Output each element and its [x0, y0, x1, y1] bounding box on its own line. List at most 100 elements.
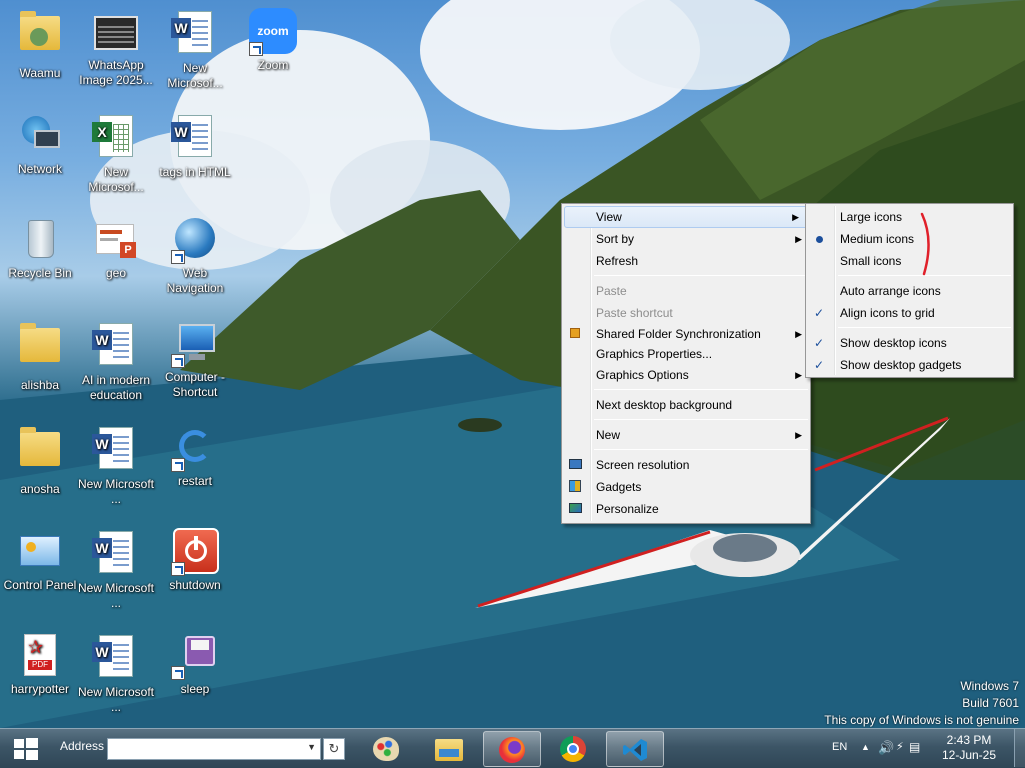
show-hidden-icons-button[interactable]: ▲	[861, 742, 870, 756]
image-file-icon	[92, 8, 140, 56]
address-go-button[interactable]: ↻	[323, 738, 345, 760]
menu-item-personalize[interactable]: Personalize	[562, 498, 810, 520]
menu-item-medium-icons[interactable]: Medium icons	[806, 228, 1013, 250]
menu-item-large-icons[interactable]: Large icons	[806, 206, 1013, 228]
menu-item-auto-arrange-icons[interactable]: Auto arrange icons	[806, 280, 1013, 302]
desktop-icon-anosha[interactable]: anosha	[0, 424, 80, 497]
menu-separator	[594, 419, 808, 420]
menu-item-screen-resolution[interactable]: Screen resolution	[562, 454, 810, 476]
personalize-icon	[568, 502, 582, 516]
desktop-icon-label: Web Navigation	[166, 266, 224, 295]
desktop-context-menu: View ▶ Sort by ▶ Refresh Paste Paste sho…	[561, 203, 811, 524]
menu-item-show-desktop-icons[interactable]: ✓ Show desktop icons	[806, 332, 1013, 354]
desktop-icon-control-panel[interactable]: Control Panel	[0, 528, 80, 593]
menu-item-align-icons-to-grid[interactable]: ✓ Align icons to grid	[806, 302, 1013, 324]
taskbar-app-chrome[interactable]	[546, 731, 600, 767]
desktop-icon-label: harrypotter	[10, 682, 70, 696]
windows-build-label: Build 7601	[962, 696, 1019, 710]
monitor-icon	[568, 458, 582, 472]
menu-item-gadgets[interactable]: Gadgets	[562, 476, 810, 498]
shortcut-arrow-icon	[171, 354, 185, 368]
word-document-icon: W	[171, 115, 219, 163]
gadgets-icon	[568, 480, 582, 494]
address-label: Address	[60, 739, 105, 753]
desktop-icon-whatsapp-image[interactable]: WhatsApp Image 2025...	[76, 8, 156, 88]
desktop-icon-ai-in-modern-education[interactable]: W AI in modern education	[76, 320, 156, 403]
desktop-icon-shutdown[interactable]: shutdown	[155, 528, 235, 593]
power-icon[interactable]: ⚡	[896, 740, 904, 756]
desktop-icon-label: New Microsoft ...	[77, 685, 154, 714]
word-document-icon: W	[92, 635, 140, 683]
menu-item-sort-by[interactable]: Sort by ▶	[562, 228, 810, 250]
menu-item-next-desktop-background[interactable]: Next desktop background	[562, 394, 810, 416]
checkmark-icon: ✓	[813, 358, 825, 372]
taskbar-app-file-explorer[interactable]	[424, 731, 474, 767]
taskbar-app-firefox[interactable]	[483, 731, 541, 767]
desktop-icon-restart[interactable]: restart	[155, 424, 235, 489]
menu-item-view[interactable]: View ▶	[564, 206, 808, 228]
language-indicator[interactable]: EN	[832, 741, 847, 757]
chrome-icon	[560, 736, 586, 762]
desktop-icon-new-excel[interactable]: X New Microsof...	[76, 112, 156, 195]
desktop-icon-new-word-1[interactable]: W New Microsof...	[155, 8, 235, 91]
desktop-icon-web-navigation[interactable]: Web Navigation	[155, 216, 235, 296]
menu-item-paste-shortcut[interactable]: Paste shortcut	[562, 302, 810, 324]
desktop-icon-sleep[interactable]: sleep	[155, 632, 235, 697]
checkmark-icon: ✓	[813, 306, 825, 320]
menu-item-shared-folder-sync[interactable]: Shared Folder Synchronization ▶	[562, 324, 810, 344]
submenu-arrow-icon: ▶	[795, 234, 802, 244]
menu-item-new[interactable]: New ▶	[562, 424, 810, 446]
desktop-icon-label: alishba	[20, 378, 60, 392]
desktop-icon-waamu[interactable]: Waamu	[0, 8, 80, 81]
desktop-icon-tags-in-html[interactable]: W tags in HTML	[155, 112, 235, 180]
desktop-icon-computer-shortcut[interactable]: Computer - Shortcut	[155, 320, 235, 400]
dropdown-arrow-icon[interactable]: ▼	[307, 742, 316, 752]
submenu-arrow-icon: ▶	[795, 329, 802, 339]
desktop-icon-label: Network	[17, 162, 62, 176]
menu-separator	[594, 389, 808, 390]
desktop-icon-harrypotter[interactable]: ✰ PDF harrypotter	[0, 632, 80, 697]
desktop-icon-recycle-bin[interactable]: Recycle Bin	[0, 216, 80, 281]
desktop-icon-new-word-6[interactable]: W New Microsoft ...	[76, 632, 156, 715]
recycle-bin-icon	[16, 216, 64, 264]
folder-icon	[16, 323, 64, 376]
menu-separator	[594, 275, 808, 276]
volume-icon[interactable]: 🔊	[878, 740, 894, 756]
desktop-icon-geo[interactable]: P geo	[76, 216, 156, 281]
zoom-shortcut-icon: zoom	[249, 8, 297, 56]
taskbar-app-paint[interactable]	[364, 731, 408, 767]
desktop-icon-label: Recycle Bin	[8, 266, 72, 280]
desktop-icon-zoom[interactable]: zoom Zoom	[233, 8, 313, 73]
red-bracket-mark	[920, 212, 930, 276]
desktop-icon-label: New Microsof...	[167, 61, 223, 90]
submenu-arrow-icon: ▶	[795, 370, 802, 380]
desktop-icon-label: AI in modern education	[81, 373, 151, 402]
shutdown-shortcut-icon	[171, 528, 219, 576]
view-submenu: Large icons Medium icons Small icons Aut…	[805, 203, 1014, 378]
desktop-icon-alishba[interactable]: alishba	[0, 320, 80, 393]
clock[interactable]: 2:43 PM 12-Jun-25	[930, 733, 1008, 765]
taskbar-app-vscode[interactable]	[606, 731, 664, 767]
desktop-icon-new-word-4[interactable]: W New Microsoft ...	[76, 424, 156, 507]
desktop-icon-network[interactable]: Network	[0, 112, 80, 177]
menu-item-refresh[interactable]: Refresh	[562, 250, 810, 272]
word-document-icon: W	[92, 531, 140, 579]
desktop-icon-label: sleep	[180, 682, 210, 696]
menu-item-small-icons[interactable]: Small icons	[806, 250, 1013, 272]
desktop-icon-label: Computer - Shortcut	[164, 370, 226, 399]
desktop-icon-new-word-5[interactable]: W New Microsoft ...	[76, 528, 156, 611]
submenu-arrow-icon: ▶	[792, 212, 799, 222]
start-button[interactable]	[8, 731, 48, 767]
menu-item-graphics-properties[interactable]: Graphics Properties...	[562, 344, 810, 364]
desktop-icon-label: shutdown	[169, 578, 221, 592]
network-status-icon[interactable]: ▤	[909, 740, 920, 756]
menu-item-show-desktop-gadgets[interactable]: ✓ Show desktop gadgets	[806, 354, 1013, 376]
file-explorer-icon	[435, 739, 463, 761]
desktop-icon-label: New Microsoft ...	[77, 581, 154, 610]
menu-item-graphics-options[interactable]: Graphics Options ▶	[562, 364, 810, 386]
show-desktop-button[interactable]	[1014, 729, 1025, 767]
pdf-document-icon: ✰ PDF	[16, 632, 64, 680]
address-input[interactable]: ▼	[107, 738, 321, 760]
menu-item-paste[interactable]: Paste	[562, 280, 810, 302]
paint-icon	[373, 737, 399, 761]
